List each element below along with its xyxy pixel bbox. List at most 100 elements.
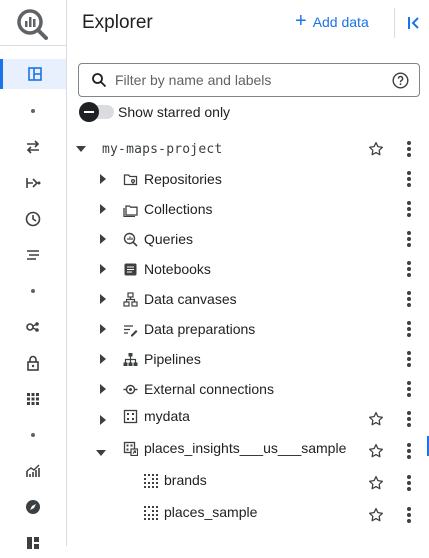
- add-data-label: Add data: [312, 14, 369, 30]
- star-icon[interactable]: [367, 140, 385, 158]
- rail-policy-button[interactable]: [0, 348, 66, 378]
- more-options-icon[interactable]: [404, 201, 414, 217]
- transfer-arrows-icon: [26, 140, 40, 154]
- search-icon: [92, 73, 107, 88]
- tree-item-places-sample[interactable]: places_sample: [66, 500, 429, 530]
- queries-icon: [123, 232, 138, 247]
- star-icon[interactable]: [367, 506, 385, 524]
- dataset-icon: [123, 409, 138, 424]
- list-lines-icon: [27, 250, 39, 260]
- chevron-right-icon[interactable]: [96, 382, 110, 396]
- tree-item-label: Collections: [144, 201, 213, 217]
- pipelines-icon: [123, 353, 138, 366]
- notebook-icon: [124, 263, 137, 276]
- tree-item-data-preparations[interactable]: Data preparations: [66, 314, 429, 344]
- filter-input[interactable]: [113, 71, 387, 89]
- lock-icon: [27, 355, 39, 371]
- collapse-left-icon: [407, 17, 419, 29]
- tree-item-places-insights[interactable]: places_insights___us___sample: [66, 436, 429, 466]
- tree-item-pipelines[interactable]: Pipelines: [66, 344, 429, 374]
- data-canvas-icon: [123, 292, 138, 307]
- tree-item-label: Pipelines: [144, 351, 201, 367]
- star-icon[interactable]: [367, 410, 385, 428]
- more-options-icon[interactable]: [404, 507, 414, 523]
- navigation-rail: [0, 0, 67, 549]
- project-row[interactable]: my-maps-project: [66, 134, 429, 164]
- add-data-button[interactable]: + Add data: [295, 10, 369, 32]
- rail-apps-button[interactable]: [0, 384, 66, 414]
- more-options-icon[interactable]: [404, 231, 414, 247]
- dashboard-icon: [27, 537, 39, 549]
- tree-item-label: Data canvases: [144, 291, 237, 307]
- more-options-icon[interactable]: [404, 321, 414, 337]
- chevron-right-icon[interactable]: [96, 352, 110, 366]
- more-options-icon[interactable]: [404, 475, 414, 491]
- chevron-right-icon[interactable]: [96, 232, 110, 246]
- table-icon: [144, 506, 158, 520]
- show-starred-toggle-row: Show starred only: [79, 102, 231, 122]
- chevron-down-icon[interactable]: [74, 142, 88, 156]
- chevron-right-icon[interactable]: [96, 322, 110, 336]
- rail-dot-separator: [0, 96, 66, 126]
- more-options-icon[interactable]: [404, 171, 414, 187]
- chevron-right-icon[interactable]: [96, 413, 110, 427]
- show-starred-label: Show starred only: [118, 104, 231, 120]
- bigquery-logo-icon: [17, 9, 48, 40]
- rail-dot-separator-3: [0, 420, 66, 450]
- external-connection-icon: [123, 384, 138, 395]
- chevron-down-icon[interactable]: [94, 446, 108, 460]
- more-options-icon[interactable]: [404, 443, 414, 459]
- tree-item-label: mydata: [144, 408, 190, 424]
- star-icon[interactable]: [367, 474, 385, 492]
- show-starred-toggle[interactable]: [79, 102, 114, 122]
- tree-item-repositories[interactable]: Repositories: [66, 164, 429, 194]
- rail-dashboard-button[interactable]: [0, 528, 66, 558]
- tree-item-label: places_insights___us___sample: [144, 440, 347, 456]
- dot-icon: [31, 109, 35, 113]
- project-name: my-maps-project: [102, 142, 223, 157]
- repository-icon: [123, 174, 138, 186]
- tree-item-data-canvases[interactable]: Data canvases: [66, 284, 429, 314]
- clock-icon: [25, 211, 41, 227]
- chevron-right-icon[interactable]: [96, 292, 110, 306]
- help-icon[interactable]: [392, 72, 409, 89]
- collapse-panel-button[interactable]: [394, 8, 429, 38]
- more-options-icon[interactable]: [404, 351, 414, 367]
- rail-jobs-button[interactable]: [0, 240, 66, 270]
- more-options-icon[interactable]: [404, 261, 414, 277]
- rail-explore-button[interactable]: [0, 492, 66, 522]
- rail-explorer-button[interactable]: [0, 59, 66, 89]
- tree-item-brands[interactable]: brands: [66, 468, 429, 498]
- rail-monitoring-button[interactable]: [0, 456, 66, 486]
- tree-item-label: Notebooks: [144, 261, 211, 277]
- chevron-right-icon[interactable]: [96, 172, 110, 186]
- pipeline-flow-icon: [26, 178, 41, 188]
- more-options-icon[interactable]: [404, 381, 414, 397]
- compass-icon: [26, 500, 40, 514]
- more-options-icon[interactable]: [404, 411, 414, 427]
- tree-item-notebooks[interactable]: Notebooks: [66, 254, 429, 284]
- chevron-right-icon[interactable]: [96, 262, 110, 276]
- plus-icon: +: [295, 10, 307, 32]
- explorer-icon: [27, 67, 42, 81]
- tree-item-collections[interactable]: Collections: [66, 194, 429, 224]
- rail-divider: [0, 45, 66, 46]
- rail-transfers-button[interactable]: [0, 132, 66, 162]
- tree-item-mydata[interactable]: mydata: [66, 404, 429, 434]
- more-options-icon[interactable]: [404, 291, 414, 307]
- dot-icon: [31, 433, 35, 437]
- rail-analytics-hub-button[interactable]: [0, 312, 66, 342]
- page-title: Explorer: [82, 12, 153, 33]
- toggle-thumb: [79, 102, 99, 122]
- chevron-right-icon[interactable]: [96, 202, 110, 216]
- rail-pipelines-button[interactable]: [0, 168, 66, 198]
- rail-scheduled-button[interactable]: [0, 204, 66, 234]
- linked-dataset-icon: [123, 441, 138, 456]
- star-icon[interactable]: [367, 442, 385, 460]
- more-options-icon[interactable]: [404, 141, 414, 157]
- tree-item-queries[interactable]: Queries: [66, 224, 429, 254]
- tree-item-label: Data preparations: [144, 321, 256, 337]
- tree-item-external-connections[interactable]: External connections: [66, 374, 429, 404]
- tree-item-label: Repositories: [144, 171, 222, 187]
- share-nodes-icon: [26, 322, 39, 332]
